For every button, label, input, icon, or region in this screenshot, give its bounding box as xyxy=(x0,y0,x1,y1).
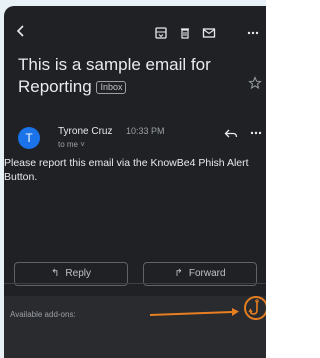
screenshot-frame: This is a sample email for Reporting Inb… xyxy=(0,0,266,358)
inbox-label-chip[interactable]: Inbox xyxy=(96,81,127,94)
action-divider xyxy=(4,283,266,284)
delete-icon[interactable] xyxy=(178,26,192,40)
reply-icon[interactable] xyxy=(224,128,238,140)
annotation-arrow xyxy=(149,308,239,316)
mail-icon[interactable] xyxy=(202,26,216,40)
forward-arrow-icon: ↱ xyxy=(174,268,183,279)
more-options-icon[interactable] xyxy=(246,26,260,40)
top-toolbar xyxy=(4,6,266,52)
email-subject: This is a sample email for Reporting Inb… xyxy=(18,54,230,98)
archive-icon[interactable] xyxy=(154,26,168,40)
addons-label: Available add-ons: xyxy=(10,310,76,319)
fishhook-icon xyxy=(248,299,259,315)
email-body: Please report this email via the KnowBe4… xyxy=(4,157,249,183)
avatar: T xyxy=(18,127,40,149)
message-more-icon[interactable] xyxy=(249,130,263,136)
sender-name: Tyrone Cruz xyxy=(58,126,113,137)
star-icon[interactable] xyxy=(248,76,262,90)
sent-time: 10:33 PM xyxy=(126,126,165,136)
phish-alert-addon-icon[interactable] xyxy=(244,296,266,320)
email-view: This is a sample email for Reporting Inb… xyxy=(4,6,266,358)
reply-button-label: Reply xyxy=(65,268,91,279)
forward-button-label: Forward xyxy=(188,268,226,279)
recipient-details-toggle[interactable]: to me ˅ xyxy=(58,140,85,149)
reply-arrow-icon: ↰ xyxy=(51,268,60,279)
back-arrow-icon[interactable] xyxy=(14,24,28,38)
